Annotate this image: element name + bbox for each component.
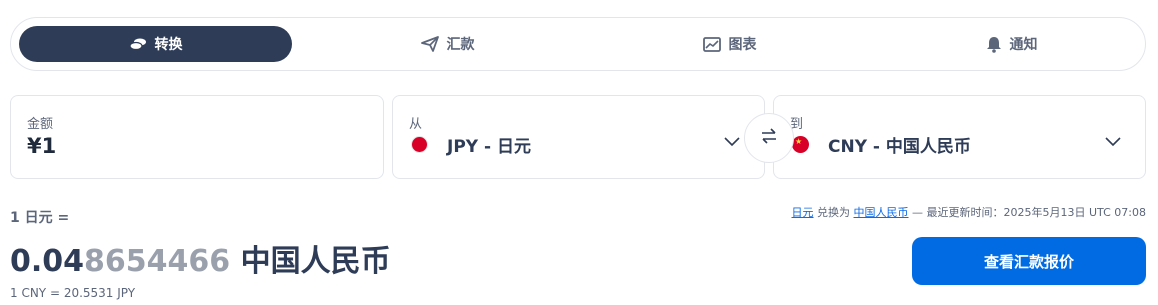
- update-middle-text: 兑换为: [813, 206, 854, 219]
- from-currency-link[interactable]: 日元: [792, 206, 814, 219]
- tab-alerts[interactable]: 通知: [875, 26, 1148, 62]
- result-value-main: 0.04: [10, 244, 85, 279]
- update-timestamp: — 最近更新时间：2025年5月13日 UTC 07:08: [908, 206, 1146, 219]
- to-currency-link[interactable]: 中国人民币: [854, 206, 909, 219]
- amount-label: 金额: [27, 117, 54, 132]
- conversion-result: 0.048654466 中国人民币: [10, 236, 391, 280]
- view-transfer-quote-button[interactable]: 查看汇款报价: [912, 237, 1146, 285]
- inverse-rate: 1 CNY = 20.5531 JPY: [10, 286, 136, 300]
- chevron-down-icon[interactable]: [1105, 132, 1121, 151]
- tab-charts[interactable]: 图表: [593, 26, 866, 62]
- to-currency-select[interactable]: 到 ★ CNY - 中国人民币: [773, 95, 1146, 179]
- rate-base-label: 1 日元 =: [10, 210, 70, 226]
- from-currency-select[interactable]: 从 JPY - 日元: [392, 95, 765, 179]
- japan-flag-icon: [411, 136, 428, 153]
- amount-field[interactable]: 金额 ¥1: [10, 95, 384, 179]
- chevron-down-icon[interactable]: [724, 132, 740, 151]
- amount-input[interactable]: ¥1: [27, 134, 56, 158]
- result-currency: 中国人民币: [230, 244, 391, 279]
- tab-convert[interactable]: 转换: [19, 26, 292, 62]
- money-icon: [128, 37, 147, 51]
- china-flag-icon: ★: [792, 136, 809, 153]
- tab-send-label: 汇款: [446, 37, 475, 53]
- from-label: 从: [409, 117, 423, 132]
- swap-currencies-button[interactable]: [744, 113, 794, 163]
- chart-icon: [702, 36, 721, 52]
- send-icon: [420, 36, 439, 52]
- from-currency-name: JPY - 日元: [447, 137, 531, 157]
- swap-icon: [760, 128, 778, 148]
- to-currency-name: CNY - 中国人民币: [828, 137, 971, 157]
- tab-bar: 转换 汇款 图表 通知: [10, 17, 1146, 71]
- tab-charts-label: 图表: [728, 37, 757, 53]
- result-value-faded: 8654466: [84, 244, 231, 279]
- last-updated: 日元 兑换为 中国人民币 — 最近更新时间：2025年5月13日 UTC 07:…: [792, 204, 1146, 220]
- bell-icon: [986, 36, 1002, 53]
- tab-convert-label: 转换: [154, 37, 183, 53]
- tab-alerts-label: 通知: [1009, 37, 1038, 53]
- tab-send[interactable]: 汇款: [311, 26, 584, 62]
